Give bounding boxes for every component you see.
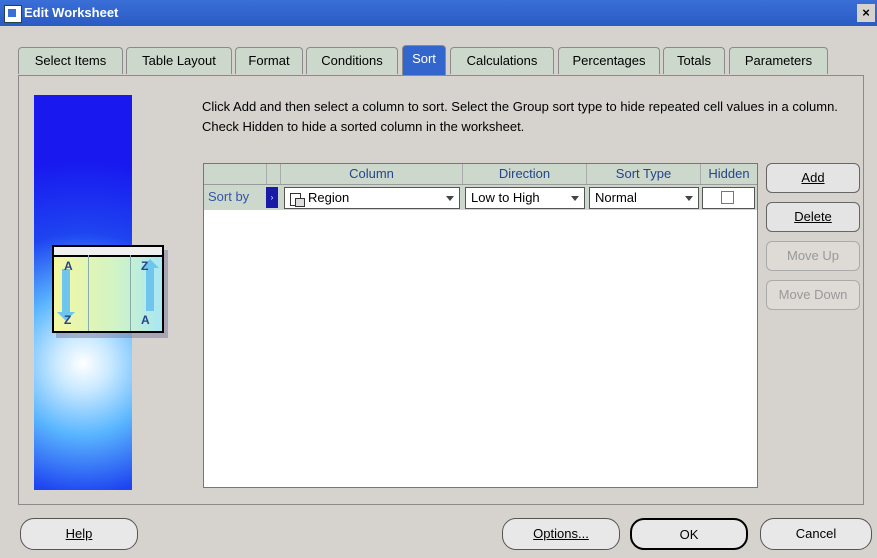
- delete-button[interactable]: Delete: [766, 202, 860, 232]
- sort-by-label: Sort by: [208, 189, 250, 204]
- graphic-divider: [88, 255, 89, 331]
- sort-type-value: Normal: [595, 190, 637, 205]
- header-spacer: [266, 164, 280, 184]
- sort-type-select[interactable]: Normal: [589, 187, 699, 209]
- letter-z-top: Z: [141, 259, 149, 273]
- tab-calculations[interactable]: Calculations: [450, 47, 554, 74]
- header-direction: Direction: [462, 164, 586, 184]
- chevron-down-icon: [571, 196, 579, 201]
- grid-header: Column Direction Sort Type Hidden: [204, 164, 757, 185]
- graphic-divider: [130, 255, 131, 331]
- move-up-button[interactable]: Move Up: [766, 241, 860, 271]
- header-hidden: Hidden: [700, 164, 757, 184]
- hidden-checkbox[interactable]: [721, 191, 734, 204]
- direction-select[interactable]: Low to High: [465, 187, 585, 209]
- header-column: Column: [280, 164, 462, 184]
- move-down-button[interactable]: Move Down: [766, 280, 860, 310]
- letter-z-bottom: Z: [64, 313, 72, 327]
- add-button[interactable]: Add: [766, 163, 860, 193]
- dimension-item-icon: [290, 192, 305, 207]
- tab-percentages[interactable]: Percentages: [558, 47, 660, 74]
- letter-a-bottom: A: [141, 313, 150, 327]
- tab-totals[interactable]: Totals: [663, 47, 725, 74]
- sort-grid: Column Direction Sort Type Hidden Sort b…: [203, 163, 758, 488]
- sort-row: Sort by › Region Low to High Normal: [204, 185, 757, 210]
- sort-table-graphic: A Z Z A: [52, 245, 164, 333]
- app-icon: [4, 5, 22, 23]
- row-selector[interactable]: ›: [266, 187, 278, 208]
- chevron-down-icon: [446, 196, 454, 201]
- letter-a-top: A: [64, 259, 73, 273]
- cancel-button[interactable]: Cancel: [760, 518, 872, 550]
- chevron-down-icon: [685, 196, 693, 201]
- delete-label: Delete: [794, 209, 832, 224]
- arrow-up-icon: [141, 259, 159, 311]
- close-button[interactable]: ×: [857, 4, 875, 22]
- tab-parameters[interactable]: Parameters: [729, 47, 828, 74]
- tab-conditions[interactable]: Conditions: [306, 47, 398, 74]
- add-label: Add: [801, 170, 825, 185]
- header-sort-type: Sort Type: [586, 164, 700, 184]
- title-bar: Edit Worksheet ×: [0, 0, 877, 26]
- help-label: Help: [65, 526, 93, 541]
- tab-select-items[interactable]: Select Items: [18, 47, 123, 74]
- hidden-cell: [702, 187, 755, 209]
- column-value: Region: [308, 190, 350, 205]
- column-select[interactable]: Region: [284, 187, 460, 209]
- help-button[interactable]: Help: [20, 518, 138, 550]
- tab-table-layout[interactable]: Table Layout: [126, 47, 232, 74]
- tab-sort[interactable]: Sort: [402, 45, 446, 75]
- window-title: Edit Worksheet: [24, 5, 119, 20]
- options-label: Options...: [533, 526, 589, 541]
- arrow-down-icon: [57, 269, 75, 321]
- options-button[interactable]: Options...: [502, 518, 620, 550]
- ok-button[interactable]: OK: [630, 518, 748, 550]
- tab-format[interactable]: Format: [235, 47, 303, 74]
- instructions-text: Click Add and then select a column to so…: [202, 99, 838, 134]
- direction-value: Low to High: [471, 190, 540, 205]
